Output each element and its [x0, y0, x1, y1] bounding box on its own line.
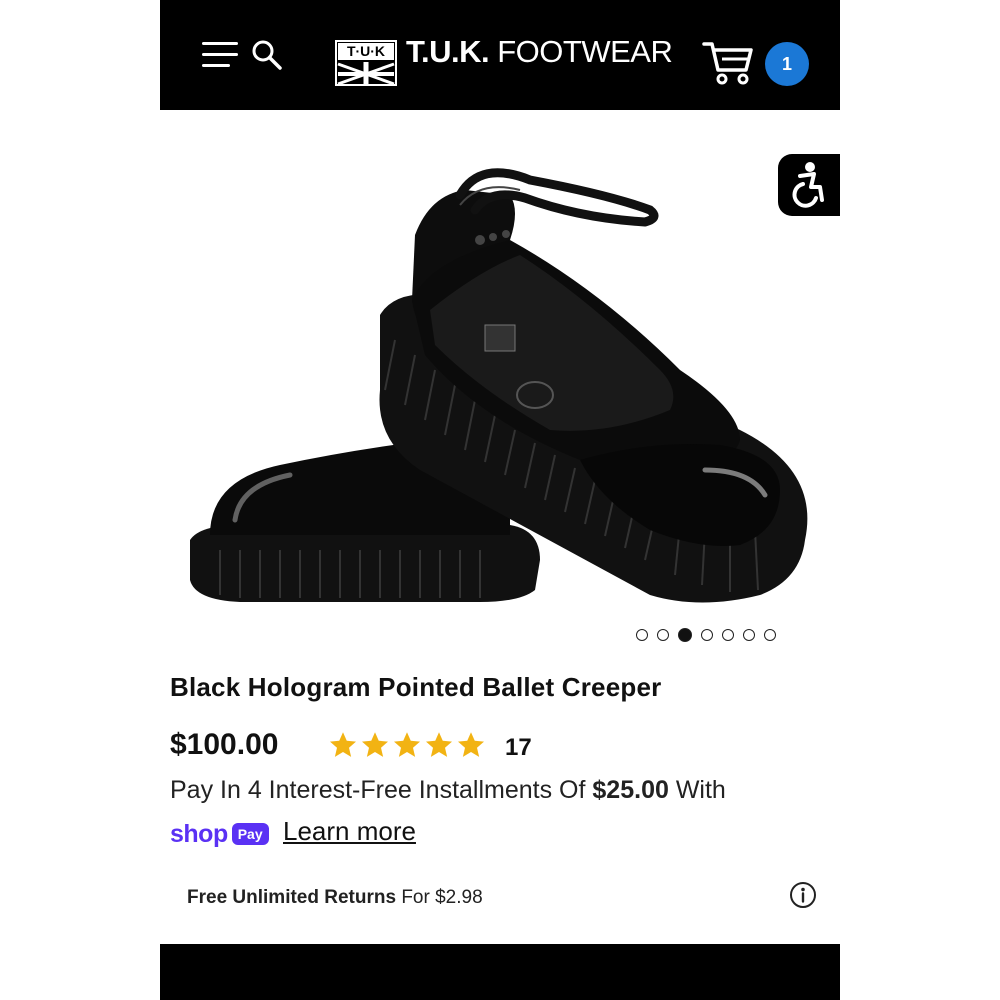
info-icon[interactable]: [788, 880, 818, 910]
rating-stars[interactable]: [328, 730, 486, 760]
gallery-dot[interactable]: [743, 629, 755, 641]
star-icon: [394, 732, 420, 757]
top-nav-bar: T·U·K T.U.K. FOOTWEAR 1: [160, 0, 840, 110]
star-icon: [330, 732, 356, 757]
cart-count-badge[interactable]: 1: [765, 42, 809, 86]
star-icon: [458, 732, 484, 757]
product-image[interactable]: [180, 140, 820, 620]
gallery-dot[interactable]: [764, 629, 776, 641]
bottom-bar: [160, 944, 840, 1000]
installments-text: Pay In 4 Interest-Free Installments Of $…: [170, 776, 726, 805]
tuk-logo-icon: T·U·K: [335, 40, 397, 86]
brand-bold: T.U.K.: [406, 34, 490, 69]
pay-pill: Pay: [231, 823, 269, 845]
gallery-dot[interactable]: [722, 629, 734, 641]
installments-suffix: With: [675, 776, 726, 804]
logo-text: T·U·K: [347, 43, 385, 59]
installment-amount: $25.00: [592, 776, 669, 804]
gallery-dot[interactable]: [636, 629, 648, 641]
product-price: $100.00: [170, 728, 279, 761]
learn-more-link[interactable]: Learn more: [283, 816, 416, 847]
cart-icon[interactable]: [702, 38, 754, 86]
gallery-dot[interactable]: [678, 628, 692, 642]
returns-bold: Free Unlimited Returns: [187, 887, 397, 908]
brand-name[interactable]: T.U.K. FOOTWEAR: [406, 34, 673, 70]
brand-light: FOOTWEAR: [497, 34, 673, 69]
product-page: T·U·K T.U.K. FOOTWEAR 1 Black Hologram P…: [160, 0, 840, 1000]
shop-word: shop: [170, 819, 228, 848]
hamburger-icon[interactable]: [202, 42, 238, 70]
returns-text: Free Unlimited Returns For $2.98: [187, 887, 483, 909]
gallery-dot[interactable]: [701, 629, 713, 641]
star-icon: [426, 732, 452, 757]
product-title: Black Hologram Pointed Ballet Creeper: [170, 672, 662, 702]
gallery-dot[interactable]: [657, 629, 669, 641]
returns-rest: For $2.98: [401, 887, 483, 908]
star-icon: [362, 732, 388, 757]
installments-prefix: Pay In 4 Interest-Free Installments Of: [170, 776, 586, 804]
search-icon[interactable]: [250, 38, 284, 72]
review-count[interactable]: 17: [505, 734, 532, 762]
shop-pay-logo: shop Pay: [170, 816, 269, 852]
gallery-pagination: [636, 625, 776, 645]
